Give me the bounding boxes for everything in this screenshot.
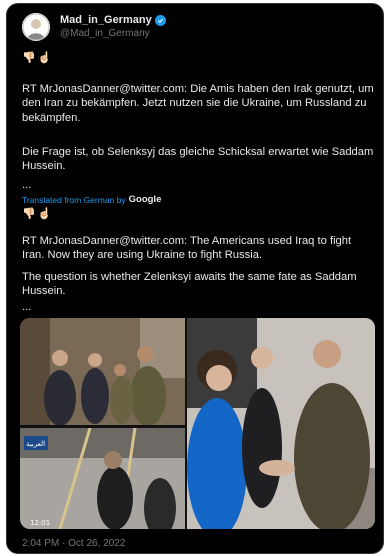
media-grid[interactable]: العربية 12:01 <box>20 318 375 529</box>
tweet-ellipsis: ... <box>22 179 32 191</box>
tweet-ellipsis-translated: ... <box>22 301 32 313</box>
tweet-text-original-2: Die Frage ist, ob Selenksyj das gleiche … <box>22 146 374 173</box>
tweet-text-translated-1: RT MrJonasDanner@twitter.com: The Americ… <box>22 235 352 262</box>
tweet-timestamp[interactable]: 2:04 PM · Oct 26, 2022 <box>22 538 125 549</box>
tweet-card: Mad_in_Germany @Mad_in_Germany 👎🏻☝🏻 RT M… <box>6 3 384 554</box>
display-name-text[interactable]: Mad_in_Germany <box>60 14 152 26</box>
verified-badge-icon <box>154 14 166 26</box>
profile-avatar[interactable] <box>22 13 50 41</box>
display-name[interactable]: Mad_in_Germany <box>60 14 166 26</box>
media-image-saddam[interactable]: العربية 12:01 <box>20 427 185 529</box>
emoji-row-translated: 👎🏻☝🏻 <box>22 208 54 220</box>
media-overlay-time: 12:01 <box>30 519 50 527</box>
translated-label: Translated from German by <box>22 194 126 205</box>
media-overlay-logo: العربية <box>26 440 45 448</box>
emoji-row: 👎🏻☝🏻 <box>22 52 54 64</box>
media-image-handshake-iraq[interactable] <box>20 318 185 426</box>
user-handle[interactable]: @Mad_in_Germany <box>60 28 150 39</box>
translation-attribution[interactable]: Translated from German by Google <box>22 194 161 205</box>
media-image-pelosi-zelensky[interactable] <box>187 318 375 529</box>
tweet-text-original-1: RT MrJonasDanner@twitter.com: Die Amis h… <box>22 83 374 124</box>
google-logo: Google <box>128 194 162 205</box>
tweet-text-translated-2: The question is whether Zelenksyi awaits… <box>22 271 357 298</box>
